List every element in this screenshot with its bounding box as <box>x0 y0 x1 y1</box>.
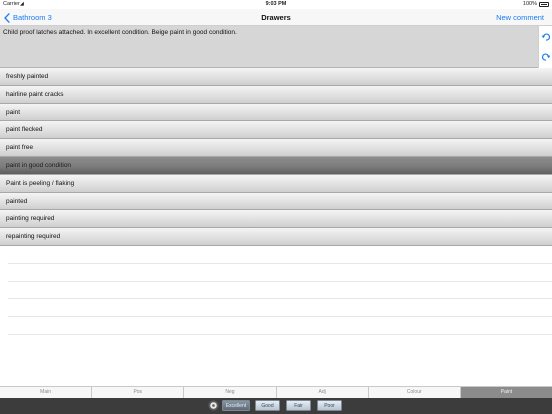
tab-colour[interactable]: Colour <box>368 387 461 398</box>
battery-percent: 100% <box>522 1 537 7</box>
undo-icon[interactable] <box>541 32 551 42</box>
rating-poor-button[interactable]: Poor <box>317 400 342 411</box>
list-item[interactable]: hairline paint cracks <box>0 85 552 104</box>
phrase-list: freshly painted hairline paint cracks pa… <box>0 68 552 246</box>
list-item[interactable]: repainting required <box>0 228 552 246</box>
list-item[interactable]: Paint is peeling / flaking <box>0 174 552 193</box>
battery-icon <box>539 2 549 7</box>
comment-history-controls <box>538 26 552 68</box>
new-comment-button[interactable]: New comment <box>496 13 544 22</box>
empty-row <box>8 317 552 335</box>
empty-row <box>8 246 552 264</box>
empty-row <box>8 264 552 282</box>
list-item-selected[interactable]: paint in good condition <box>0 156 552 175</box>
list-item[interactable]: painting required <box>0 210 552 229</box>
list-item[interactable]: freshly painted <box>0 68 552 86</box>
tab-neg[interactable]: Neg <box>184 387 277 398</box>
rating-fair-button[interactable]: Fair <box>286 400 311 411</box>
empty-list-rows <box>8 246 552 335</box>
navigation-bar: Bathroom 3 Drawers New comment <box>0 9 552 26</box>
rating-excellent-button[interactable]: Excellent <box>222 400 250 411</box>
redo-icon[interactable] <box>541 52 551 62</box>
comment-text-field[interactable]: Child proof latches attached. In excelle… <box>3 29 533 66</box>
category-tab-bar: Main Pos Neg Adj Colour Paint <box>0 386 552 398</box>
list-item[interactable]: paint free <box>0 139 552 157</box>
tab-adj[interactable]: Adj <box>276 387 369 398</box>
tab-pos[interactable]: Pos <box>92 387 185 398</box>
empty-row <box>8 299 552 318</box>
comment-editor: Child proof latches attached. In excelle… <box>0 26 552 68</box>
tab-main[interactable]: Main <box>0 387 93 398</box>
status-bar: Carrier ◢ 9:03 PM 100% <box>0 0 552 9</box>
gear-icon[interactable] <box>208 400 219 411</box>
list-item[interactable]: paint <box>0 103 552 122</box>
rating-good-button[interactable]: Good <box>255 400 280 411</box>
list-item[interactable]: painted <box>0 192 552 211</box>
tab-paint[interactable]: Paint <box>460 387 552 398</box>
rating-toolbar: Excellent Good Fair Poor <box>0 398 552 414</box>
clock: 9:03 PM <box>265 1 287 7</box>
empty-row <box>8 282 552 300</box>
list-item[interactable]: paint flecked <box>0 121 552 140</box>
page-title: Drawers <box>261 13 291 22</box>
